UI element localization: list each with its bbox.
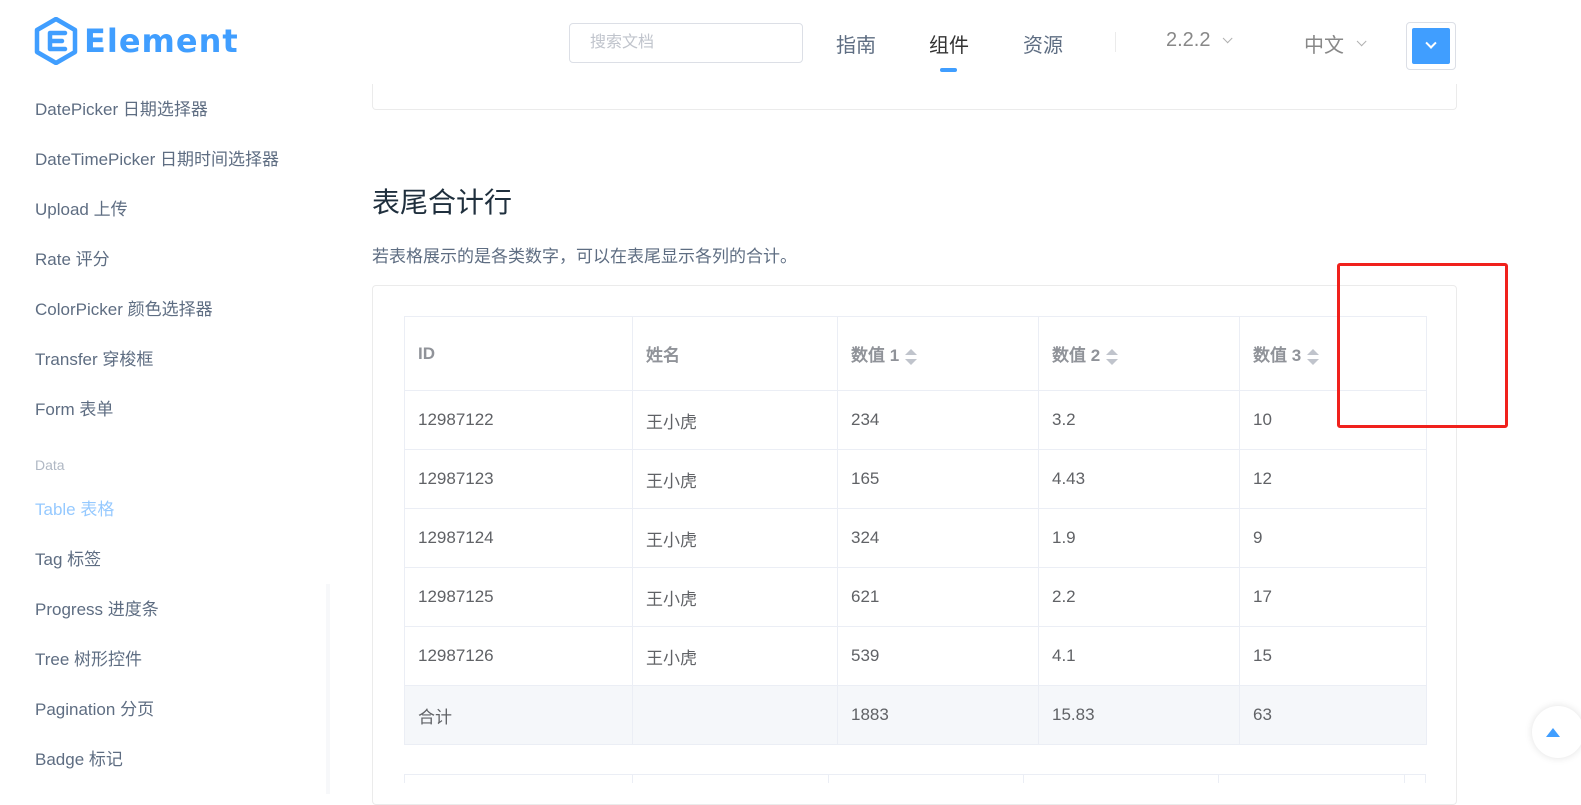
logo-text: Element bbox=[84, 22, 239, 60]
cell-amount2: 4.1 bbox=[1038, 626, 1240, 686]
summary-amount3: 63 bbox=[1239, 685, 1427, 745]
sort-caret-icon[interactable] bbox=[1106, 348, 1119, 365]
theme-color-picker[interactable] bbox=[1406, 22, 1456, 70]
cell-name: 王小虎 bbox=[632, 508, 838, 568]
summary-amount1: 1883 bbox=[837, 685, 1039, 745]
version-dropdown[interactable]: 2.2.2 bbox=[1166, 29, 1234, 52]
table-summary-row: 合计 1883 15.83 63 bbox=[404, 685, 1427, 745]
sidebar: DatePicker 日期选择器 DateTimePicker 日期时间选择器 … bbox=[0, 84, 330, 794]
cell-amount1: 234 bbox=[837, 390, 1039, 450]
sidebar-item-datetimepicker[interactable]: DateTimePicker 日期时间选择器 bbox=[35, 145, 279, 170]
sidebar-item-transfer[interactable]: Transfer 穿梭框 bbox=[35, 345, 153, 370]
sort-caret-icon[interactable] bbox=[905, 348, 918, 365]
cell-amount2: 2.2 bbox=[1038, 567, 1240, 627]
element-logo-icon bbox=[34, 17, 78, 65]
highlight-annotation-box bbox=[1337, 263, 1508, 428]
summary-name bbox=[632, 685, 838, 745]
cell-id: 12987122 bbox=[404, 390, 633, 450]
cell-id: 12987124 bbox=[404, 508, 633, 568]
sidebar-item-upload[interactable]: Upload 上传 bbox=[35, 195, 128, 220]
cell-id: 12987126 bbox=[404, 626, 633, 686]
sidebar-group-data: Data bbox=[35, 457, 65, 473]
sidebar-item-progress[interactable]: Progress 进度条 bbox=[35, 595, 159, 620]
sidebar-item-table[interactable]: Table 表格 bbox=[35, 495, 114, 520]
cell-amount3: 9 bbox=[1239, 508, 1427, 568]
cell-name: 王小虎 bbox=[632, 567, 838, 627]
cell-name: 王小虎 bbox=[632, 626, 838, 686]
sidebar-item-badge[interactable]: Badge 标记 bbox=[35, 745, 123, 770]
column-header-name: 姓名 bbox=[632, 316, 838, 391]
cell-amount2: 3.2 bbox=[1038, 390, 1240, 450]
sidebar-scrollbar[interactable] bbox=[326, 584, 330, 794]
cell-amount3: 12 bbox=[1239, 449, 1427, 509]
cell-amount2: 4.43 bbox=[1038, 449, 1240, 509]
chevron-down-icon bbox=[1425, 37, 1437, 49]
table-row: 12987125 王小虎 621 2.2 17 bbox=[404, 567, 1427, 627]
cell-amount1: 324 bbox=[837, 508, 1039, 568]
element-logo[interactable]: Element bbox=[34, 17, 239, 65]
cell-amount3: 15 bbox=[1239, 626, 1427, 686]
sort-caret-icon[interactable] bbox=[1307, 348, 1320, 365]
table-row: 12987126 王小虎 539 4.1 15 bbox=[404, 626, 1427, 686]
section-title: 表尾合计行 bbox=[372, 187, 513, 218]
next-table-edge bbox=[404, 774, 1426, 783]
sidebar-item-rate[interactable]: Rate 评分 bbox=[35, 245, 110, 270]
chevron-down-icon bbox=[1356, 36, 1367, 47]
table-header-row: ID 姓名 数值 1 数值 2 数值 3 bbox=[404, 316, 1427, 391]
cell-id: 12987123 bbox=[404, 449, 633, 509]
sidebar-item-pagination[interactable]: Pagination 分页 bbox=[35, 695, 154, 720]
sidebar-item-datepicker[interactable]: DatePicker 日期选择器 bbox=[35, 95, 208, 120]
cell-amount1: 165 bbox=[837, 449, 1039, 509]
top-header: Element 指南 组件 资源 2.2.2 中文 bbox=[0, 0, 1581, 84]
cell-name: 王小虎 bbox=[632, 449, 838, 509]
back-to-top-button[interactable] bbox=[1532, 706, 1581, 758]
table-row: 12987124 王小虎 324 1.9 9 bbox=[404, 508, 1427, 568]
nav-guide[interactable]: 指南 bbox=[836, 29, 876, 58]
cell-name: 王小虎 bbox=[632, 390, 838, 450]
nav-resource[interactable]: 资源 bbox=[1023, 29, 1063, 58]
section-description: 若表格展示的是各类数字，可以在表尾显示各列的合计。 bbox=[372, 247, 797, 266]
cell-amount2: 1.9 bbox=[1038, 508, 1240, 568]
table-row: 12987123 王小虎 165 4.43 12 bbox=[404, 449, 1427, 509]
sidebar-item-colorpicker[interactable]: ColorPicker 颜色选择器 bbox=[35, 295, 213, 320]
nav-component[interactable]: 组件 bbox=[929, 29, 969, 58]
column-header-id: ID bbox=[404, 316, 633, 391]
color-swatch bbox=[1412, 28, 1450, 64]
sidebar-item-tree[interactable]: Tree 树形控件 bbox=[35, 645, 142, 670]
sidebar-item-form[interactable]: Form 表单 bbox=[35, 395, 113, 420]
cell-id: 12987125 bbox=[404, 567, 633, 627]
nav-active-indicator bbox=[940, 68, 957, 72]
summary-amount2: 15.83 bbox=[1038, 685, 1240, 745]
nav-divider bbox=[1115, 32, 1116, 52]
cell-amount1: 539 bbox=[837, 626, 1039, 686]
version-label: 2.2.2 bbox=[1166, 29, 1211, 51]
column-header-amount1[interactable]: 数值 1 bbox=[837, 316, 1039, 391]
search-input[interactable] bbox=[569, 23, 803, 63]
sidebar-item-tag[interactable]: Tag 标签 bbox=[35, 545, 101, 570]
cell-amount1: 621 bbox=[837, 567, 1039, 627]
column-header-amount2[interactable]: 数值 2 bbox=[1038, 316, 1240, 391]
table-row: 12987122 王小虎 234 3.2 10 bbox=[404, 390, 1427, 450]
caret-up-icon bbox=[1546, 727, 1560, 737]
cell-amount3: 17 bbox=[1239, 567, 1427, 627]
language-label: 中文 bbox=[1304, 35, 1344, 57]
summary-label: 合计 bbox=[404, 685, 633, 745]
language-dropdown[interactable]: 中文 bbox=[1304, 29, 1367, 58]
summary-table: ID 姓名 数值 1 数值 2 数值 3 12987122 王小虎 234 3.… bbox=[404, 316, 1427, 745]
chevron-down-icon bbox=[1223, 33, 1234, 44]
